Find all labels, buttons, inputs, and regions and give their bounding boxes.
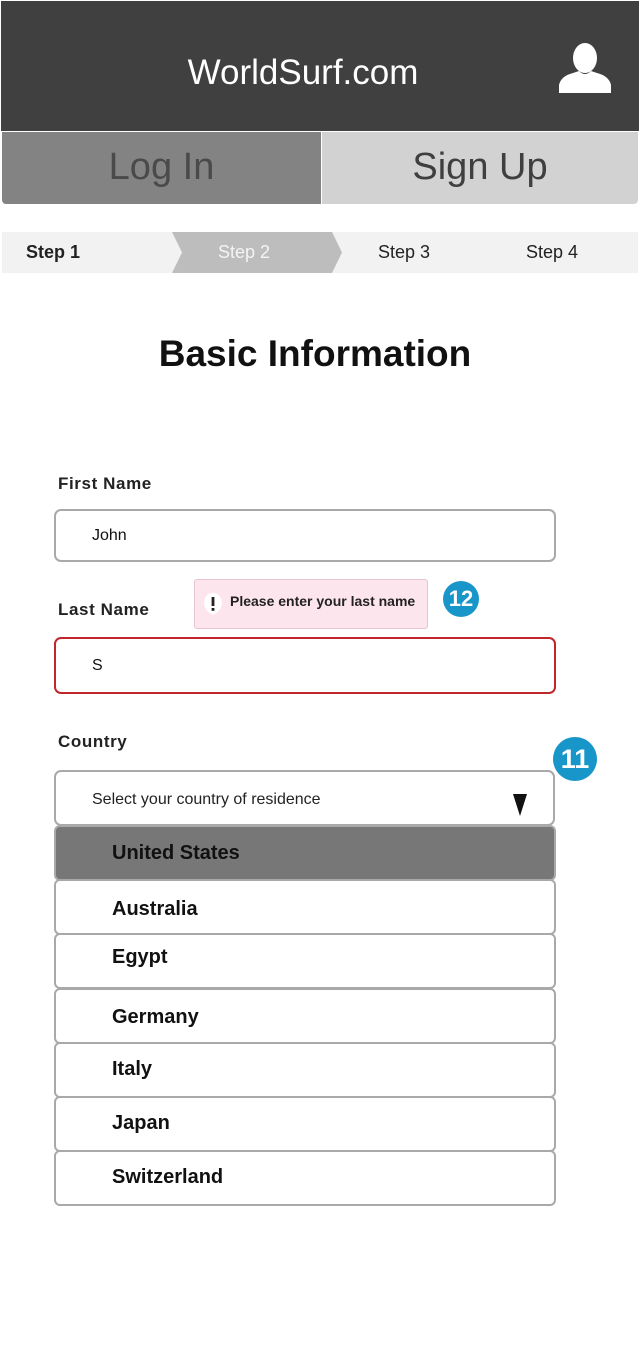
country-option-italy[interactable]: Italy [54, 1042, 556, 1098]
country-option-egypt[interactable]: Egypt [54, 933, 556, 989]
country-select-placeholder: Select your country of residence [92, 791, 321, 808]
last-name-input[interactable] [54, 637, 556, 694]
user-account-icon[interactable] [557, 43, 613, 93]
country-option-germany[interactable]: Germany [54, 988, 556, 1044]
step-2[interactable]: Step 2 [172, 232, 344, 273]
annotation-badge-11: 11 [553, 737, 597, 781]
tab-sign-up[interactable]: Sign Up [322, 132, 638, 204]
country-option-united-states[interactable]: United States [54, 825, 556, 881]
tab-log-in[interactable]: Log In [2, 132, 321, 204]
step-3-label: Step 3 [378, 242, 431, 262]
step-1[interactable]: Step 1 [2, 232, 182, 273]
step-3[interactable]: Step 3 [332, 232, 504, 273]
country-option-australia[interactable]: Australia [54, 879, 556, 935]
app-title: WorldSurf.com [187, 53, 419, 92]
country-label: Country [58, 732, 128, 751]
page-title: Basic Information [158, 333, 472, 374]
exclamation-icon [203, 592, 223, 616]
app-header: WorldSurf.com [1, 1, 639, 131]
annotation-badge-12: 12 [443, 581, 479, 617]
last-name-error-message: Please enter your last name [230, 593, 416, 609]
chevron-down-icon [513, 794, 527, 816]
last-name-label: Last Name [58, 600, 150, 619]
step-1-label: Step 1 [26, 242, 81, 262]
step-progress: Step 1 Step 2 Step 3 Step 4 [2, 232, 638, 273]
country-select[interactable]: Select your country of residence [54, 770, 555, 826]
first-name-input[interactable] [54, 509, 556, 562]
first-name-label: First Name [58, 474, 152, 493]
country-option-switzerland[interactable]: Switzerland [54, 1150, 556, 1206]
last-name-error-tooltip: Please enter your last name [194, 579, 428, 629]
step-4-label: Step 4 [526, 242, 579, 262]
step-2-label: Step 2 [218, 242, 271, 262]
country-option-japan[interactable]: Japan [54, 1096, 556, 1152]
step-4[interactable]: Step 4 [492, 232, 638, 273]
